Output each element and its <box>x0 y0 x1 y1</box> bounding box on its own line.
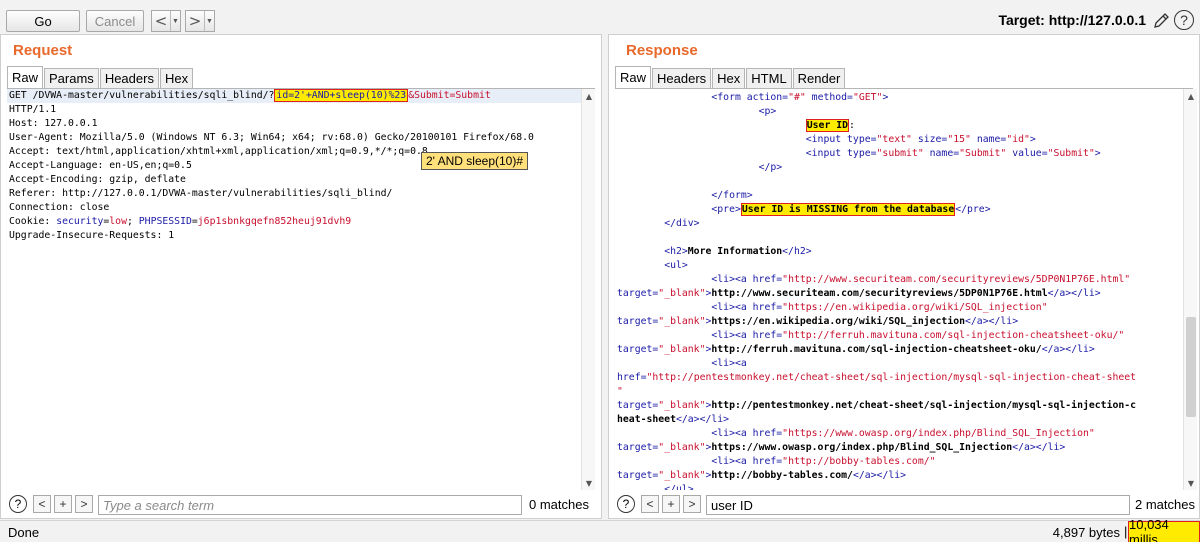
code-line: <input type="text" size="15" name="id"> <box>805 134 1036 145</box>
search-options-button[interactable]: + <box>662 495 680 513</box>
response-tabs: Raw Headers Hex HTML Render <box>615 66 846 88</box>
search-prev-button[interactable]: < <box>33 495 51 513</box>
status-text: Done <box>8 525 40 540</box>
code-line: <li><a href="http://www.securiteam.com/s… <box>711 274 1131 285</box>
header-line: Host: 127.0.0.1 <box>9 118 98 129</box>
tab-params[interactable]: Params <box>44 68 99 88</box>
header-line: Accept-Language: en-US,en;q=0.5 <box>9 160 192 171</box>
code-line: </form> <box>711 190 753 201</box>
search-hit-missing-message: User ID is MISSING from the database <box>740 203 956 216</box>
request-title: Request <box>13 42 73 59</box>
code-line: <li><a href="https://www.owasp.org/index… <box>711 428 1095 439</box>
code-line: href="http://pentestmonkey.net/cheat-she… <box>617 372 1137 383</box>
code-line: <ul> <box>664 260 688 271</box>
request-search-bar: ? < + > Type a search term 0 matches <box>5 493 599 517</box>
code-line: target="_blank">https://en.wikipedia.org… <box>617 316 1019 327</box>
request-search-input[interactable]: Type a search term <box>98 495 522 515</box>
response-editor[interactable]: <form action="#" method="GET"> <p> User … <box>615 89 1183 490</box>
header-line: Referer: http://127.0.0.1/DVWA-master/vu… <box>9 188 393 199</box>
response-search-bar: ? < + > user ID 2 matches <box>613 493 1197 517</box>
code-line: <h2>More Information</h2> <box>664 246 812 257</box>
back-history-dropdown-icon[interactable]: ▼ <box>170 11 180 31</box>
header-line: Accept: text/html,application/xhtml+xml,… <box>9 146 428 157</box>
header-line: HTTP/1.1 <box>9 104 57 115</box>
scroll-up-icon[interactable]: ▲ <box>582 89 596 103</box>
search-options-button[interactable]: + <box>54 495 72 513</box>
search-prev-button[interactable]: < <box>641 495 659 513</box>
code-line: <li><a <box>711 358 747 369</box>
response-search-input[interactable]: user ID <box>706 495 1130 515</box>
tab-html[interactable]: HTML <box>746 68 792 88</box>
response-scrollbar[interactable]: ▲ ▼ <box>1183 89 1197 490</box>
tab-hex[interactable]: Hex <box>712 68 746 88</box>
code-line: <li><a href="http://bobby-tables.com/" <box>711 456 936 467</box>
code-line: target="_blank">http://pentestmonkey.net… <box>617 400 1137 411</box>
code-line: target="_blank">http://ferruh.mavituna.c… <box>617 344 1095 355</box>
tab-headers[interactable]: Headers <box>99 68 159 88</box>
go-button[interactable]: Go <box>6 10 80 32</box>
tab-hex[interactable]: Hex <box>159 68 194 88</box>
injected-id-param: id=2'+AND+sleep(10)%23 <box>274 89 409 102</box>
target-label: Target: http://127.0.0.1 <box>998 12 1146 28</box>
code-line: </p> <box>758 162 783 173</box>
search-help-icon[interactable]: ? <box>9 495 27 513</box>
header-line: User-Agent: Mozilla/5.0 (Windows NT 6.3;… <box>9 132 534 143</box>
tab-render[interactable]: Render <box>792 68 846 88</box>
code-line: <li><a href="http://ferruh.mavituna.com/… <box>711 330 1125 341</box>
code-line: </div> <box>664 218 700 229</box>
back-arrow-icon: < <box>154 12 168 30</box>
code-line: " <box>617 386 623 397</box>
edit-target-pencil-icon[interactable] <box>1152 10 1172 30</box>
request-tabs: Raw Params Headers Hex <box>7 66 194 88</box>
code-line: <li><a href="https://en.wikipedia.org/wi… <box>711 302 1048 313</box>
code-line: <p> <box>758 106 777 117</box>
search-next-button[interactable]: > <box>683 495 701 513</box>
tab-headers[interactable]: Headers <box>652 68 712 88</box>
cancel-button[interactable]: Cancel <box>86 10 144 32</box>
response-match-count: 2 matches <box>1135 497 1195 512</box>
back-button[interactable]: < ▼ <box>151 10 181 32</box>
response-panel: Response Raw Headers Hex HTML Render <fo… <box>608 34 1200 519</box>
request-match-count: 0 matches <box>529 497 589 512</box>
code-line: heat-sheet</a></li> <box>617 414 730 425</box>
forward-button[interactable]: > ▼ <box>185 10 215 32</box>
code-line: <input type="submit" name="Submit" value… <box>805 148 1101 159</box>
request-editor[interactable]: GET /DVWA-master/vulnerabilities/sqli_bl… <box>7 89 589 490</box>
response-time: 10,034 millis <box>1128 517 1200 542</box>
help-icon[interactable]: ? <box>1174 10 1194 30</box>
status-bar: Done 4,897 bytes | 10,034 millis <box>0 517 1200 542</box>
code-line: target="_blank">http://www.securiteam.co… <box>617 288 1101 299</box>
code-line: </ul> <box>664 484 694 490</box>
code-line: target="_blank">https://www.owasp.org/in… <box>617 442 1066 453</box>
search-hit-user-id: User ID <box>805 119 850 132</box>
header-line: Accept-Encoding: gzip, deflate <box>9 174 186 185</box>
request-panel: Request Raw Params Headers Hex GET /DVWA… <box>0 34 602 519</box>
code-line: <form action="#" method="GET"> <box>711 92 889 103</box>
toolbar: Go Cancel < ▼ > ▼ Target: http://127.0.0… <box>0 0 1200 38</box>
response-title: Response <box>626 42 698 59</box>
request-line: GET /DVWA-master/vulnerabilities/sqli_bl… <box>9 89 491 102</box>
code-line: target="_blank">http://bobby-tables.com/… <box>617 470 907 481</box>
status-separator: | <box>1124 524 1128 539</box>
header-line: Upgrade-Insecure-Requests: 1 <box>9 230 175 241</box>
forward-history-dropdown-icon[interactable]: ▼ <box>204 11 214 31</box>
tab-raw[interactable]: Raw <box>615 66 652 88</box>
cookie-line: Cookie: security=low; PHPSESSID=j6p1sbnk… <box>9 216 352 227</box>
scroll-down-icon[interactable]: ▼ <box>1184 476 1198 490</box>
response-size: 4,897 bytes <box>1052 525 1120 540</box>
decoded-payload-tooltip: 2' AND sleep(10)# <box>421 152 529 170</box>
code-line: User ID: <box>805 119 855 132</box>
forward-arrow-icon: > <box>188 12 202 30</box>
scroll-down-icon[interactable]: ▼ <box>582 476 596 490</box>
search-help-icon[interactable]: ? <box>617 495 635 513</box>
scroll-thumb[interactable] <box>1186 317 1196 417</box>
request-scrollbar[interactable]: ▲ ▼ <box>581 89 595 490</box>
header-line: Connection: close <box>9 202 110 213</box>
code-line: <pre>User ID is MISSING from the databas… <box>711 203 991 216</box>
scroll-up-icon[interactable]: ▲ <box>1184 89 1198 103</box>
tab-raw[interactable]: Raw <box>7 66 44 88</box>
search-next-button[interactable]: > <box>75 495 93 513</box>
